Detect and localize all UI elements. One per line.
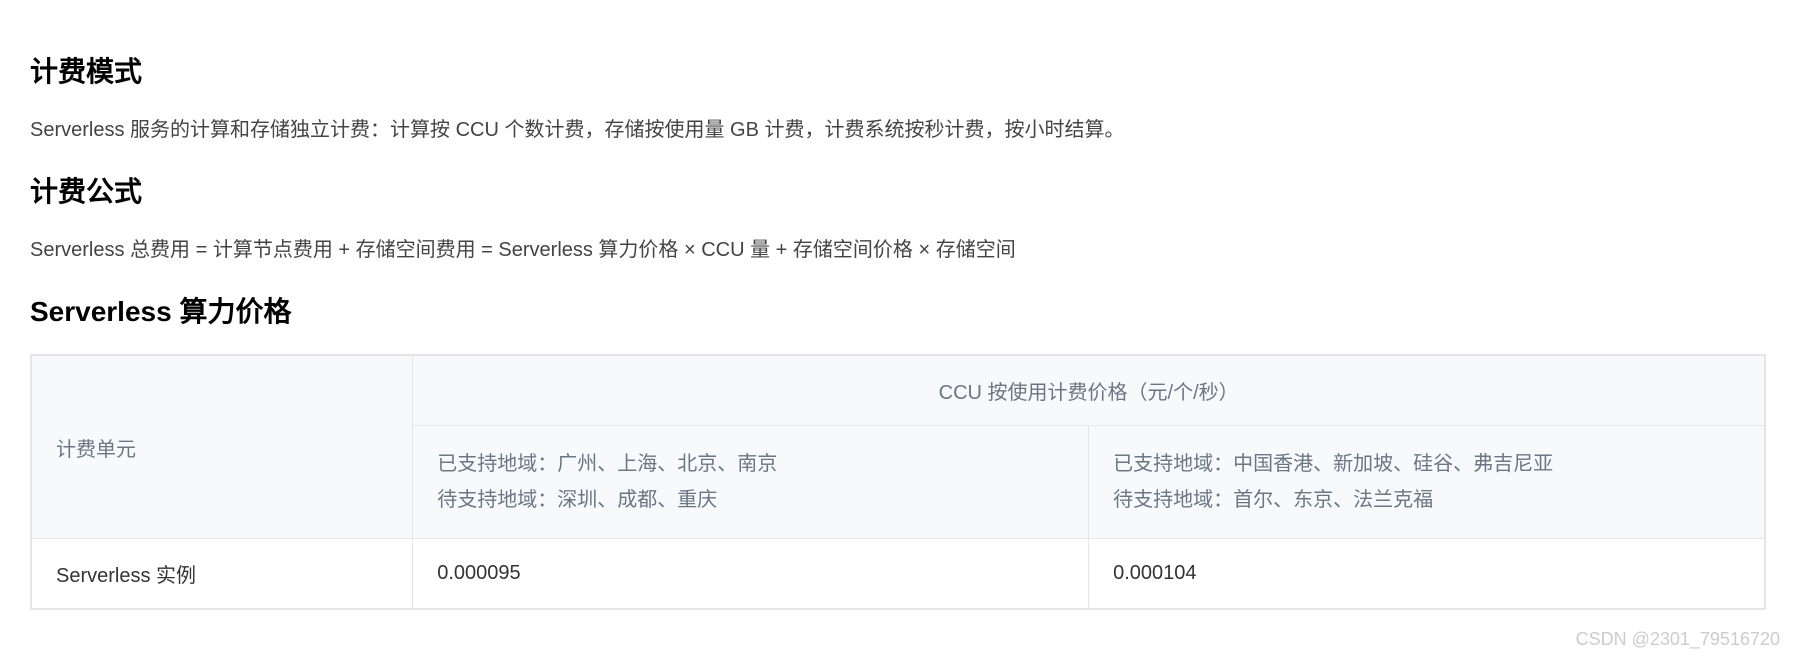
table-row: Serverless 实例 0.000095 0.000104: [32, 539, 1765, 609]
cell-unit: Serverless 实例: [32, 539, 413, 609]
th-region-1: 已支持地域：广州、上海、北京、南京 待支持地域：深圳、成都、重庆: [413, 426, 1089, 539]
region1-pending: 待支持地域：深圳、成都、重庆: [437, 482, 1064, 518]
cell-price-2: 0.000104: [1089, 539, 1765, 609]
region2-supported: 已支持地域：中国香港、新加坡、硅谷、弗吉尼亚: [1113, 446, 1740, 482]
th-region-2: 已支持地域：中国香港、新加坡、硅谷、弗吉尼亚 待支持地域：首尔、东京、法兰克福: [1089, 426, 1765, 539]
paragraph-billing-mode: Serverless 服务的计算和存储独立计费：计算按 CCU 个数计费，存储按…: [30, 114, 1766, 146]
region2-pending: 待支持地域：首尔、东京、法兰克福: [1113, 482, 1740, 518]
pricing-table: 计费单元 CCU 按使用计费价格（元/个/秒） 已支持地域：广州、上海、北京、南…: [31, 355, 1765, 609]
region1-supported: 已支持地域：广州、上海、北京、南京: [437, 446, 1064, 482]
paragraph-billing-formula: Serverless 总费用 = 计算节点费用 + 存储空间费用 = Serve…: [30, 234, 1766, 266]
th-ccu-price: CCU 按使用计费价格（元/个/秒）: [413, 356, 1765, 426]
heading-billing-mode: 计费模式: [30, 50, 1766, 90]
heading-billing-formula: 计费公式: [30, 170, 1766, 210]
pricing-table-wrapper: 计费单元 CCU 按使用计费价格（元/个/秒） 已支持地域：广州、上海、北京、南…: [30, 354, 1766, 610]
th-billing-unit: 计费单元: [32, 356, 413, 539]
cell-price-1: 0.000095: [413, 539, 1089, 609]
watermark: CSDN @2301_79516720: [1576, 629, 1780, 650]
heading-compute-price: Serverless 算力价格: [30, 290, 1766, 330]
